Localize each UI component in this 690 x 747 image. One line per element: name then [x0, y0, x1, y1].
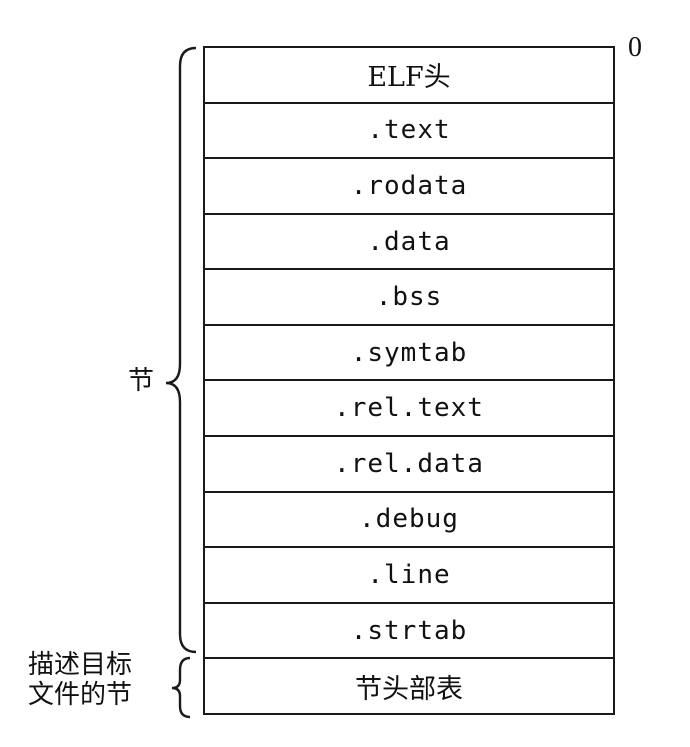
sections-label: 节 — [128, 366, 155, 396]
section-header-brace — [171, 656, 191, 719]
text-section-row: .text — [205, 104, 613, 160]
section-header-description-line1: 描述目标 — [28, 650, 133, 680]
section-header-description-line2: 文件的节 — [28, 680, 133, 710]
offset-zero-label: 0 — [628, 32, 642, 63]
rodata-section-row: .rodata — [205, 159, 613, 215]
sections-brace — [165, 46, 197, 654]
rel-data-section-row: .rel.data — [205, 437, 613, 493]
section-header-table-row: 节头部表 — [355, 673, 463, 705]
strtab-section-row: .strtab — [205, 604, 613, 660]
bss-section-row: .bss — [205, 270, 613, 326]
section-header-description: 描述目标 文件的节 — [28, 650, 158, 710]
rel-text-section-row: .rel.text — [205, 381, 613, 438]
debug-section-row: .debug — [205, 493, 613, 549]
data-section-row: .data — [205, 215, 613, 271]
elf-layout-table: ELF头 .text .rodata .data .bss .symtab .r… — [203, 46, 615, 715]
elf-header-row: ELF头 — [205, 48, 613, 104]
symtab-section-row: .symtab — [205, 326, 613, 382]
line-section-row: .line — [205, 548, 613, 604]
